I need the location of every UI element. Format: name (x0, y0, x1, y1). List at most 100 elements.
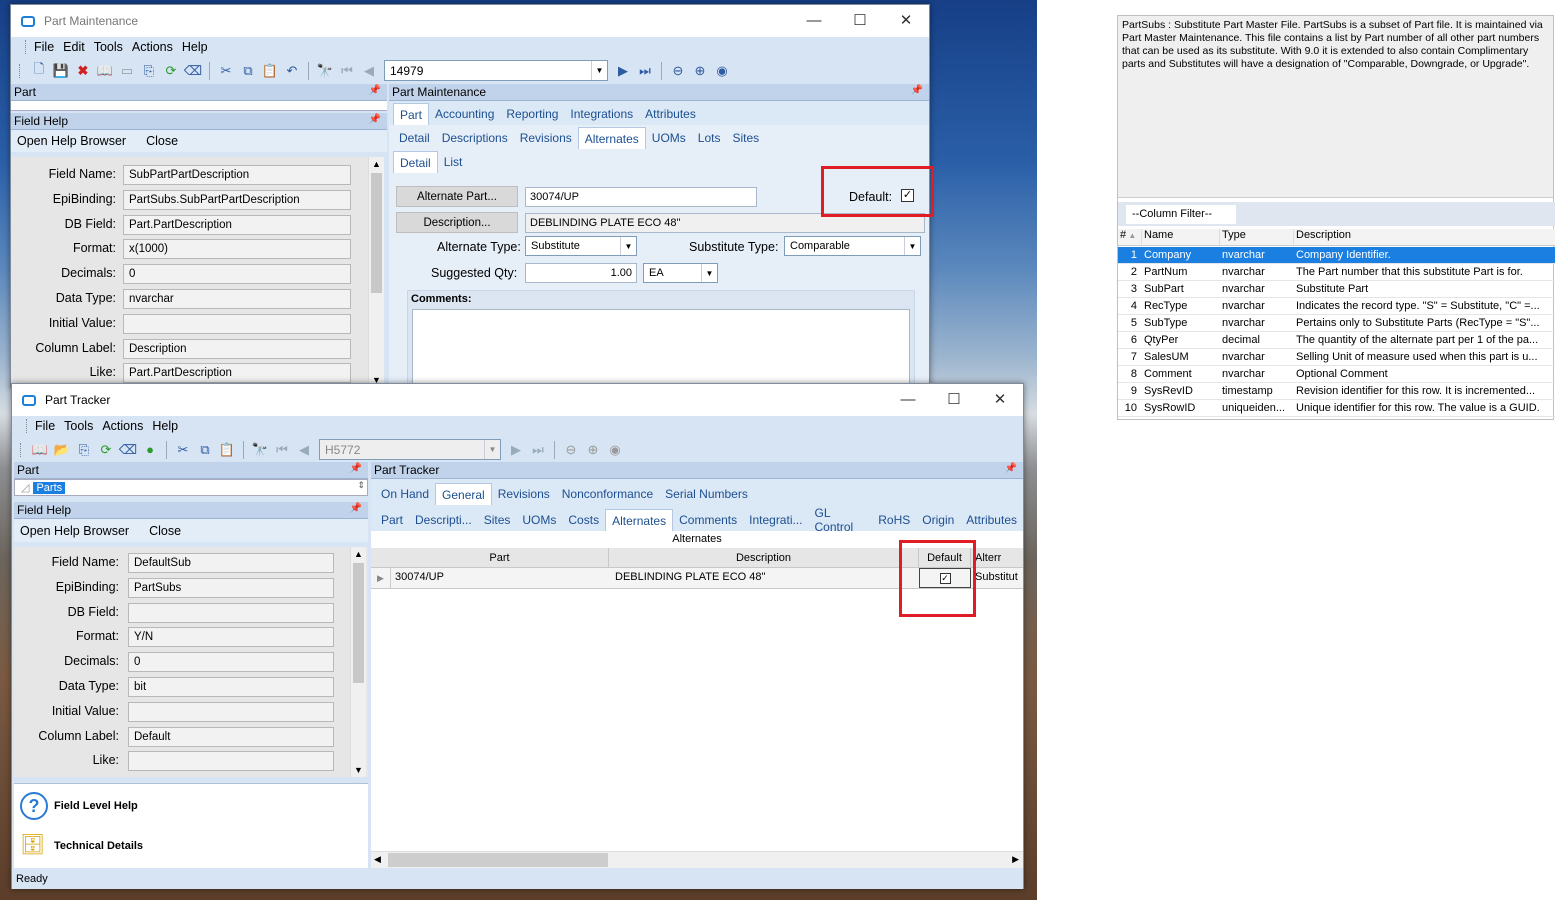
scroll-up-icon[interactable]: ▲ (354, 549, 363, 559)
database-icon[interactable]: 🗄 (20, 832, 48, 858)
expand-icon[interactable]: ◿ (21, 481, 29, 494)
row-name[interactable]: SubPart (1141, 283, 1219, 295)
table-row[interactable]: 7 SalesUM nvarchar Selling Unit of measu… (1118, 349, 1555, 366)
tab-attributes[interactable]: Attributes (960, 509, 1023, 531)
field-help-value[interactable]: 0 (123, 264, 351, 285)
chevron-down-icon[interactable]: ▼ (591, 61, 607, 80)
row-description[interactable]: Selling Unit of measure used when this p… (1293, 351, 1553, 363)
chevron-down-icon[interactable]: ▼ (620, 237, 636, 255)
copy-icon[interactable]: ⎘ (138, 61, 160, 81)
pin-icon[interactable]: 📌 (350, 463, 362, 474)
field-help-value[interactable]: 0 (128, 652, 334, 673)
open-help-browser-button[interactable]: Open Help Browser (20, 524, 129, 538)
field-help-value[interactable] (128, 701, 334, 722)
row-name[interactable]: Company (1141, 249, 1219, 261)
tab-accounting[interactable]: Accounting (429, 103, 500, 125)
tab-costs[interactable]: Costs (562, 509, 605, 531)
row-type[interactable]: timestamp (1219, 385, 1293, 397)
scrollbar-thumb[interactable] (388, 853, 608, 867)
minimize-button[interactable]: — (885, 384, 931, 416)
close-window-button[interactable]: ✕ (977, 384, 1023, 416)
row-type[interactable]: nvarchar (1219, 249, 1293, 261)
home-icon[interactable]: ◉ (711, 61, 733, 81)
row-description[interactable]: The quantity of the alternate part per 1… (1293, 334, 1553, 346)
cut-icon[interactable]: ✂ (172, 440, 194, 460)
tab-comments[interactable]: Comments (673, 509, 743, 531)
tab-uoms[interactable]: UOMs (516, 509, 562, 531)
forward-icon[interactable]: ⊕ (689, 61, 711, 81)
row-type[interactable]: uniqueiden... (1219, 402, 1293, 414)
field-help-value[interactable]: bit (128, 677, 334, 697)
alternate-type-select[interactable]: Substitute ▼ (525, 236, 637, 256)
copy-icon[interactable]: ⧉ (194, 440, 216, 460)
tab-integrati-[interactable]: Integrati... (743, 509, 808, 531)
close-window-button[interactable]: ✕ (883, 5, 929, 37)
description-button[interactable]: Description... (396, 212, 518, 233)
row-selector-icon[interactable]: ▶ (371, 568, 391, 588)
column-filter-input[interactable]: --Column Filter-- (1126, 205, 1236, 224)
row-description[interactable]: Company Identifier. (1293, 249, 1553, 261)
menu-tools[interactable]: Tools (64, 419, 93, 433)
col-header-part[interactable]: Part (391, 548, 609, 568)
row-description[interactable]: Substitute Part (1293, 283, 1553, 295)
field-help-value[interactable] (128, 751, 334, 772)
last-record-icon[interactable]: ⏭ (527, 440, 549, 460)
col-header-description[interactable]: Description (609, 548, 919, 568)
table-row[interactable]: 6 QtyPer decimal The quantity of the alt… (1118, 332, 1555, 349)
col-type-header[interactable]: Type (1219, 229, 1293, 245)
field-help-value[interactable]: Default (128, 726, 334, 747)
pin-icon[interactable]: 📌 (369, 114, 381, 125)
pin-icon[interactable]: 📌 (1005, 463, 1017, 474)
field-help-value[interactable]: Part.PartDescription (123, 363, 351, 384)
pt-part-combo[interactable]: H5772 ▼ (319, 439, 501, 460)
scroll-right-icon[interactable]: ▶ (1012, 854, 1019, 865)
tab-rohs[interactable]: RoHS (872, 509, 916, 531)
comments-textarea[interactable] (412, 309, 910, 387)
first-record-icon[interactable]: ⏮ (336, 61, 358, 81)
paste-icon[interactable]: 📋 (259, 61, 281, 81)
parts-node[interactable]: Parts (33, 481, 66, 494)
row-name[interactable]: RecType (1141, 300, 1219, 312)
tab-integrations[interactable]: Integrations (564, 103, 639, 125)
prev-record-icon[interactable]: ◀ (358, 61, 380, 81)
col-desc-header[interactable]: Description (1293, 229, 1555, 245)
field-help-value[interactable]: PartSubs (128, 577, 334, 598)
menu-help[interactable]: Help (152, 419, 178, 433)
pin-icon[interactable]: 📌 (369, 85, 381, 96)
suggested-qty-field[interactable]: 1.00 (525, 263, 637, 283)
cut-icon[interactable]: ✂ (215, 61, 237, 81)
row-name[interactable]: SalesUM (1141, 351, 1219, 363)
row-description[interactable]: Unique identifier for this row. The valu… (1293, 402, 1553, 414)
menu-actions[interactable]: Actions (132, 40, 173, 54)
scroll-left-icon[interactable]: ◀ (374, 854, 381, 865)
technical-details-link[interactable]: Technical Details (54, 840, 143, 852)
paste-icon[interactable]: 📋 (216, 440, 238, 460)
menu-file[interactable]: File (35, 419, 55, 433)
field-help-value[interactable]: Part.PartDescription (123, 214, 351, 235)
table-row[interactable]: 5 SubType nvarchar Pertains only to Subs… (1118, 315, 1555, 332)
vertical-scrollbar[interactable]: ▲ ▼ (368, 157, 384, 387)
table-row[interactable]: 3 SubPart nvarchar Substitute Part (1118, 281, 1555, 298)
tab-revisions[interactable]: Revisions (514, 127, 578, 149)
minimize-button[interactable]: — (791, 5, 837, 37)
search-icon[interactable]: 🔭 (314, 61, 336, 81)
field-level-help-link[interactable]: Field Level Help (54, 800, 138, 812)
row-description[interactable]: The Part number that this substitute Par… (1293, 266, 1553, 278)
row-type[interactable]: nvarchar (1219, 300, 1293, 312)
spin-icon[interactable]: ⇕ (357, 480, 365, 491)
col-num-header[interactable]: # ▲ (1118, 229, 1141, 245)
tab-on-hand[interactable]: On Hand (375, 483, 435, 505)
table-row[interactable]: 8 Comment nvarchar Optional Comment (1118, 366, 1555, 383)
menu-actions[interactable]: Actions (102, 419, 143, 433)
table-row[interactable]: 1 Company nvarchar Company Identifier. (1118, 247, 1555, 264)
tab-uoms[interactable]: UOMs (646, 127, 692, 149)
col-header-alternate[interactable]: Alterr (971, 548, 1023, 568)
book-icon[interactable]: 📖 (29, 440, 51, 460)
row-type[interactable]: nvarchar (1219, 266, 1293, 278)
scroll-down-icon[interactable]: ▼ (354, 765, 363, 775)
tab-part[interactable]: Part (375, 509, 409, 531)
row-name[interactable]: SubType (1141, 317, 1219, 329)
menu-tools[interactable]: Tools (94, 40, 123, 54)
row-description[interactable]: Revision identifier for this row. It is … (1293, 385, 1553, 397)
row-type[interactable]: nvarchar (1219, 283, 1293, 295)
